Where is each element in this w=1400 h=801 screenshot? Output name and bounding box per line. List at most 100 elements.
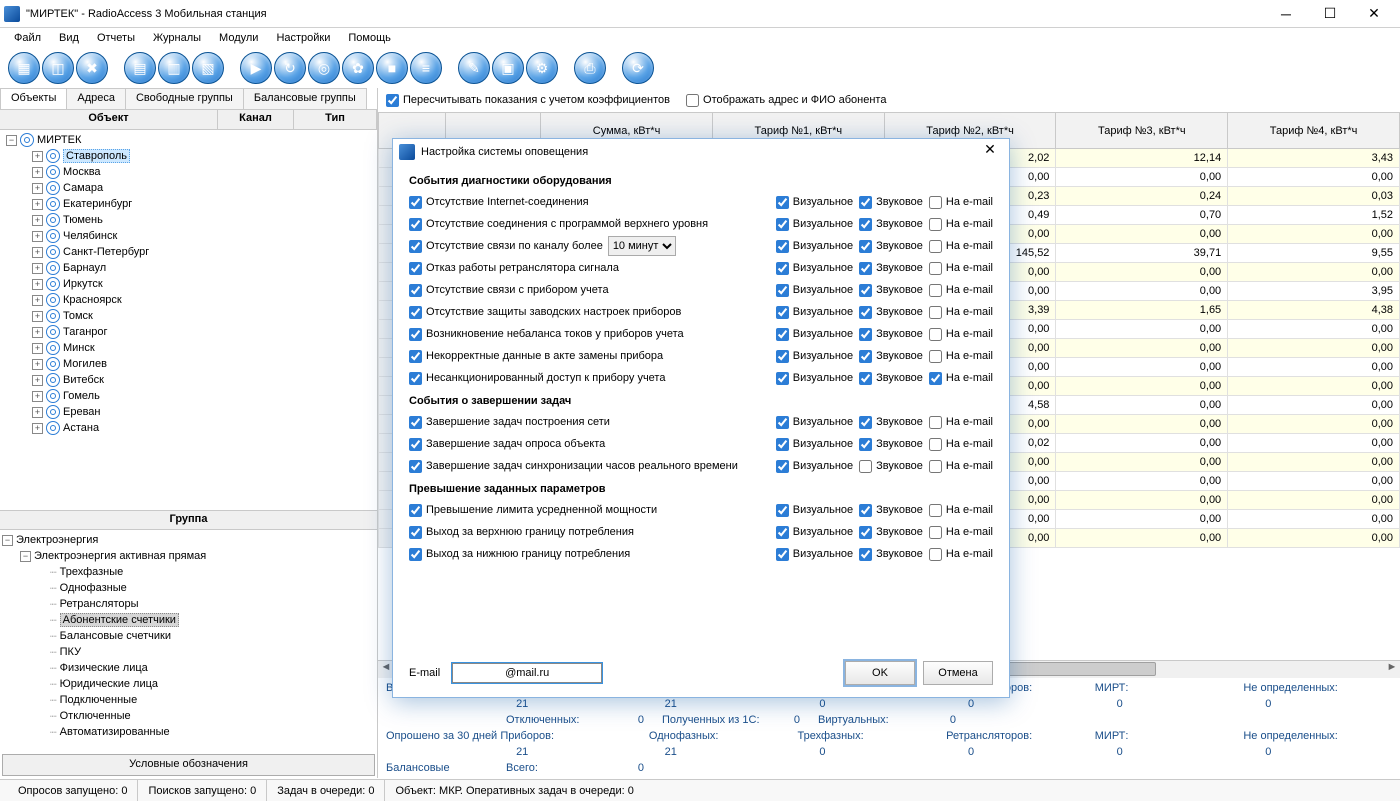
opt-visual[interactable]: Визуальное [776,416,853,429]
expander-icon[interactable]: + [32,343,43,354]
opt-email[interactable]: На e-mail [929,548,993,561]
opt-email[interactable]: На e-mail [929,218,993,231]
expander-icon[interactable]: + [32,375,43,386]
toolbar-refresh-icon[interactable]: ⟳ [622,52,654,84]
opt-email[interactable]: На e-mail [929,196,993,209]
group-item[interactable]: ┈Ретрансляторы [2,596,375,612]
opt-sound[interactable]: Звуковое [859,350,923,363]
opt-sound[interactable]: Звуковое [859,460,923,473]
opt-email[interactable]: На e-mail [929,416,993,429]
toolbar-grid-icon[interactable]: ▦ [8,52,40,84]
left-tab[interactable]: Объекты [0,88,67,109]
toolbar-gear-icon[interactable]: ✿ [342,52,374,84]
opt-sound[interactable]: Звуковое [859,196,923,209]
menu-Журналы[interactable]: Журналы [145,30,209,46]
group-tree[interactable]: − Электроэнергия− Электроэнергия активна… [0,530,377,752]
toolbar-tools-icon[interactable]: ✖ [76,52,108,84]
event-enable[interactable]: Отсутствие связи с прибором учета [409,284,609,297]
opt-visual[interactable]: Визуальное [776,438,853,451]
toolbar-chart-icon[interactable]: ◫ [42,52,74,84]
group-item[interactable]: ┈Юридические лица [2,676,375,692]
tree-city[interactable]: +Самара [2,180,375,196]
tree-city[interactable]: +Минск [2,340,375,356]
tree-city[interactable]: +Могилев [2,356,375,372]
opt-visual[interactable]: Визуальное [776,240,853,253]
opt-visual[interactable]: Визуальное [776,218,853,231]
scroll-right-icon[interactable]: ► [1384,661,1400,677]
opt-email[interactable]: На e-mail [929,504,993,517]
tree-city[interactable]: +Санкт-Петербург [2,244,375,260]
expander-icon[interactable]: − [2,535,13,546]
expander-icon[interactable]: + [32,247,43,258]
checkbox-recalc[interactable]: Пересчитывать показания с учетом коэффиц… [386,94,670,107]
expander-icon[interactable]: + [32,311,43,322]
opt-email[interactable]: На e-mail [929,262,993,275]
tree-city[interactable]: +Таганрог [2,324,375,340]
toolbar-wrench-icon[interactable]: ⚙ [526,52,558,84]
event-enable[interactable]: Отсутствие соединения с программой верхн… [409,218,708,231]
left-tab[interactable]: Адреса [66,88,126,109]
opt-email[interactable]: На e-mail [929,284,993,297]
event-enable[interactable]: Превышение лимита усредненной мощности [409,504,657,517]
event-enable[interactable]: Завершение задач построения сети [409,416,610,429]
opt-visual[interactable]: Визуальное [776,262,853,275]
toolbar-calc3-icon[interactable]: ▧ [192,52,224,84]
group-item[interactable]: ┈Трехфазные [2,564,375,580]
opt-visual[interactable]: Визуальное [776,548,853,561]
expander-icon[interactable]: + [32,183,43,194]
group-item[interactable]: ┈Подключенные [2,692,375,708]
opt-sound[interactable]: Звуковое [859,548,923,561]
opt-email[interactable]: На e-mail [929,328,993,341]
cancel-button[interactable]: Отмена [923,661,993,685]
opt-email[interactable]: На e-mail [929,372,993,385]
close-button[interactable]: ✕ [1352,0,1396,28]
expander-icon[interactable]: + [32,199,43,210]
opt-visual[interactable]: Визуальное [776,350,853,363]
toolbar-list-icon[interactable]: ≡ [410,52,442,84]
event-enable[interactable]: Отказ работы ретранслятора сигнала [409,262,619,275]
toolbar-doc-icon[interactable]: ▣ [492,52,524,84]
opt-email[interactable]: На e-mail [929,240,993,253]
menu-Помощь[interactable]: Помощь [340,30,399,46]
tree-city[interactable]: +Ереван [2,404,375,420]
opt-visual[interactable]: Визуальное [776,196,853,209]
menu-Настройки[interactable]: Настройки [268,30,338,46]
toolbar-sync-icon[interactable]: ↻ [274,52,306,84]
opt-sound[interactable]: Звуковое [859,284,923,297]
opt-sound[interactable]: Звуковое [859,526,923,539]
opt-sound[interactable]: Звуковое [859,240,923,253]
expander-icon[interactable]: + [32,263,43,274]
tree-city[interactable]: +Челябинск [2,228,375,244]
expander-icon[interactable]: + [32,231,43,242]
opt-sound[interactable]: Звуковое [859,328,923,341]
group-item[interactable]: ┈Однофазные [2,580,375,596]
tree-city[interactable]: +Красноярск [2,292,375,308]
col-header[interactable]: Тариф №3, кВт*ч [1056,113,1228,149]
left-tab[interactable]: Балансовые группы [243,88,367,109]
opt-email[interactable]: На e-mail [929,460,993,473]
toolbar-stop-icon[interactable]: ■ [376,52,408,84]
expander-icon[interactable]: + [32,295,43,306]
menu-Отчеты[interactable]: Отчеты [89,30,143,46]
expander-icon[interactable]: + [32,151,43,162]
expander-icon[interactable]: + [32,423,43,434]
event-enable[interactable]: Отсутствие защиты заводских настроек при… [409,306,681,319]
left-tab[interactable]: Свободные группы [125,88,244,109]
expander-icon[interactable]: + [32,391,43,402]
menu-Вид[interactable]: Вид [51,30,87,46]
event-enable[interactable]: Завершение задач синхронизации часов реа… [409,460,738,473]
expander-icon[interactable]: + [32,327,43,338]
opt-email[interactable]: На e-mail [929,350,993,363]
group-item[interactable]: ┈Балансовые счетчики [2,628,375,644]
event-enable[interactable]: Выход за верхнюю границу потребления [409,526,634,539]
email-input[interactable] [452,663,602,683]
group-item[interactable]: ┈Абонентские счетчики [2,612,375,628]
tree-city[interactable]: +Барнаул [2,260,375,276]
opt-visual[interactable]: Визуальное [776,328,853,341]
group-root[interactable]: − Электроэнергия [2,532,375,548]
maximize-button[interactable]: ☐ [1308,0,1352,28]
group-item[interactable]: ┈Физические лица [2,660,375,676]
ok-button[interactable]: OK [845,661,915,685]
expander-icon[interactable]: + [32,359,43,370]
opt-sound[interactable]: Звуковое [859,218,923,231]
